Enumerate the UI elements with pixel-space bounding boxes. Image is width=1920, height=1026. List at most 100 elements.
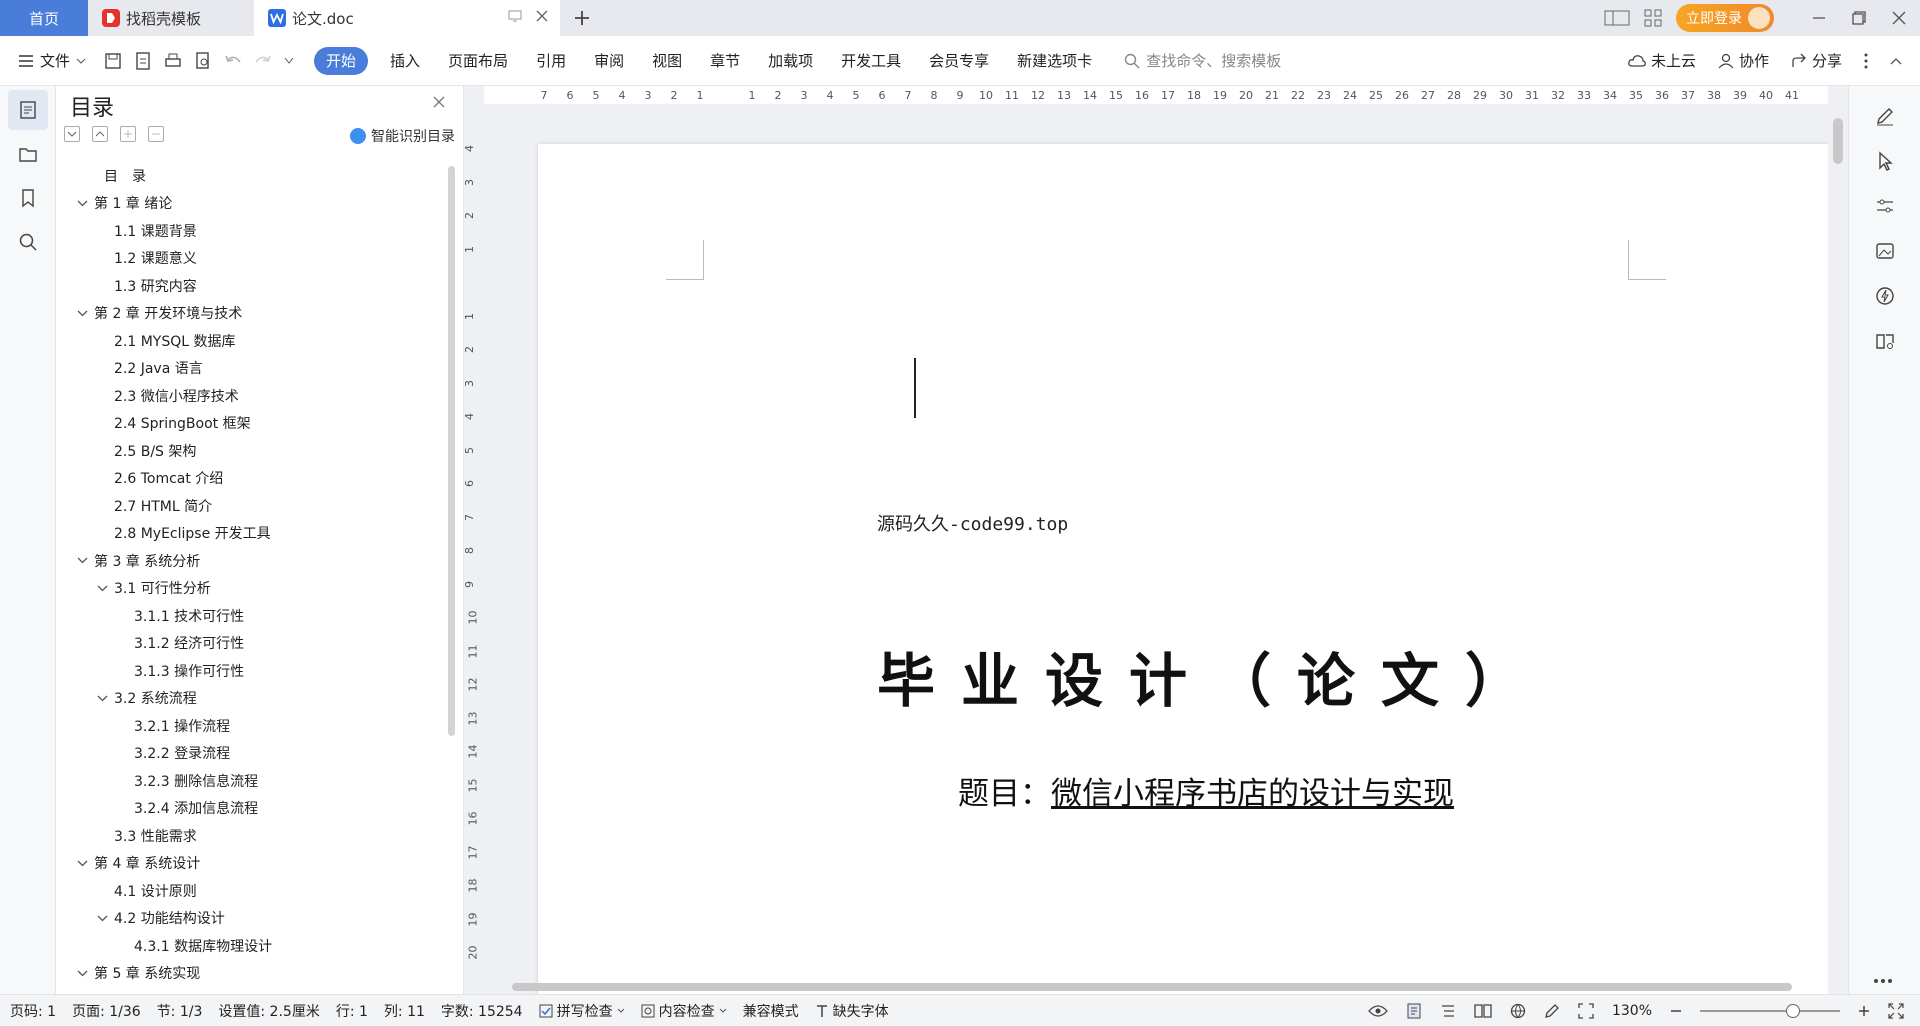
menu-start[interactable]: 开始 (314, 46, 369, 75)
toc-item[interactable]: 1.3 研究内容 (56, 272, 448, 300)
add-heading-icon[interactable] (120, 126, 136, 142)
status-words[interactable]: 字数: 15254 (441, 1001, 523, 1021)
toc-item[interactable]: 3.2.2 登录流程 (56, 740, 448, 768)
toc-item[interactable]: 4.3.1 数据库物理设计 (56, 932, 448, 960)
toc-item[interactable]: 第 5 章 系统实现 (56, 960, 448, 988)
close-toc-icon[interactable] (433, 96, 445, 108)
web-view-icon[interactable] (1510, 1003, 1526, 1019)
toc-item[interactable]: 第 4 章 系统设计 (56, 850, 448, 878)
menu-references[interactable]: 引用 (522, 47, 580, 75)
bookmark-pane-button[interactable] (8, 178, 48, 218)
toc-item[interactable]: 4.2 功能结构设计 (56, 905, 448, 933)
outline-view-icon[interactable] (1440, 1003, 1456, 1019)
redo-icon[interactable] (254, 54, 272, 68)
toc-item[interactable]: 2.3 微信小程序技术 (56, 382, 448, 410)
toc-item[interactable]: 2.5 B/S 架构 (56, 437, 448, 465)
new-tab-button[interactable] (560, 0, 604, 36)
adjust-button[interactable] (1865, 186, 1905, 226)
toc-item[interactable]: 2.4 SpringBoot 框架 (56, 410, 448, 438)
vertical-scrollbar[interactable] (1828, 86, 1848, 994)
menu-insert[interactable]: 插入 (376, 47, 434, 75)
toc-item[interactable]: 第 2 章 开发环境与技术 (56, 300, 448, 328)
menu-developer[interactable]: 开发工具 (827, 47, 915, 75)
close-tab-icon[interactable] (536, 10, 548, 22)
command-search-input[interactable]: 查找命令、搜索模板 (1124, 50, 1281, 71)
print-preview-icon[interactable] (194, 51, 212, 70)
chevron-down-icon[interactable] (74, 200, 90, 207)
file-menu[interactable]: 文件 (0, 50, 104, 71)
chevron-down-icon[interactable] (74, 860, 90, 867)
menu-addins[interactable]: 加载项 (754, 47, 827, 75)
zoom-level[interactable]: 130% (1612, 1003, 1652, 1019)
vertical-scroll-thumb[interactable] (1833, 118, 1843, 164)
horizontal-ruler[interactable]: 7 6 5 4 3 2 1 1 2 3 4 5 6 7 8 9 10 11 12 13 14 15 16 17 18 19 20 21… (484, 86, 1828, 104)
tab-templates[interactable]: 找稻壳模板 (88, 0, 254, 36)
window-layout-icon[interactable] (1604, 9, 1630, 27)
toc-item[interactable]: 第 3 章 系统分析 (56, 547, 448, 575)
chevron-down-icon[interactable] (94, 585, 110, 592)
minimize-icon[interactable] (1812, 11, 1826, 25)
more-tools-icon[interactable] (1873, 978, 1893, 984)
toc-item[interactable]: 2.6 Tomcat 介绍 (56, 465, 448, 493)
eye-protection-icon[interactable] (1368, 1004, 1388, 1018)
chevron-down-icon[interactable] (74, 310, 90, 317)
cloud-status-button[interactable]: 未上云 (1628, 50, 1696, 71)
toc-item[interactable]: 3.2.1 操作流程 (56, 712, 448, 740)
expand-all-icon[interactable] (64, 126, 80, 142)
smart-toc-button[interactable]: 智能识别目录 (350, 126, 455, 146)
fullscreen-icon[interactable] (1888, 1002, 1904, 1019)
chevron-down-icon[interactable] (74, 970, 90, 977)
zoom-in-icon[interactable] (1858, 1005, 1870, 1017)
toc-item[interactable]: 3.2 系统流程 (56, 685, 448, 713)
toc-item[interactable]: 2.7 HTML 简介 (56, 492, 448, 520)
content-check-button[interactable]: 内容检查 (641, 1001, 727, 1021)
tab-home[interactable]: 首页 (0, 0, 88, 36)
remove-heading-icon[interactable] (148, 126, 164, 142)
toc-item[interactable]: 3.1.2 经济可行性 (56, 630, 448, 658)
page-view-icon[interactable] (1406, 1003, 1422, 1019)
zoom-slider-knob[interactable] (1786, 1003, 1800, 1018)
menu-page-layout[interactable]: 页面布局 (434, 47, 522, 75)
save-icon[interactable] (104, 52, 122, 70)
toc-item[interactable]: 3.2.3 删除信息流程 (56, 767, 448, 795)
zoom-out-icon[interactable] (1670, 1005, 1682, 1017)
menu-new-tab[interactable]: 新建选项卡 (1003, 47, 1106, 75)
more-options-icon[interactable] (1864, 53, 1868, 69)
restore-icon[interactable] (1852, 11, 1866, 25)
menu-review[interactable]: 审阅 (580, 47, 638, 75)
spell-check-button[interactable]: 拼写检查 (539, 1001, 625, 1021)
menu-section[interactable]: 章节 (696, 47, 754, 75)
find-pane-button[interactable] (8, 222, 48, 262)
toc-item[interactable]: 3.1.3 操作可行性 (56, 657, 448, 685)
lightning-tool-button[interactable] (1865, 276, 1905, 316)
pen-tool-button[interactable] (1865, 96, 1905, 136)
toc-item[interactable]: 3.2.4 添加信息流程 (56, 795, 448, 823)
vertical-ruler[interactable]: 4 3 2 1 1 2 3 4 5 6 7 8 9 10 11 12 13 14 15 16 17 18 19 20 (463, 142, 482, 992)
toc-item[interactable]: 3.3 性能需求 (56, 822, 448, 850)
select-tool-button[interactable] (1865, 141, 1905, 181)
image-tool-button[interactable] (1865, 231, 1905, 271)
toc-item[interactable]: 4.1 设计原则 (56, 877, 448, 905)
ribbon-collapse-icon[interactable] (1890, 57, 1902, 65)
toc-item[interactable]: 1.1 课题背景 (56, 217, 448, 245)
chevron-down-icon[interactable] (74, 557, 90, 564)
toc-item[interactable]: 2.1 MYSQL 数据库 (56, 327, 448, 355)
customize-chevron-icon[interactable] (284, 57, 294, 65)
menu-view[interactable]: 视图 (638, 47, 696, 75)
collab-button[interactable]: 协作 (1718, 50, 1769, 71)
chevron-down-icon[interactable] (94, 695, 110, 702)
toc-item[interactable]: 3.1 可行性分析 (56, 575, 448, 603)
document-page[interactable]: 源码久久-code99.top 毕业设计（论文） 题目：微信小程序书店的设计与实… (538, 144, 1830, 994)
export-pdf-icon[interactable] (134, 51, 152, 70)
collapse-all-icon[interactable] (92, 126, 108, 142)
print-icon[interactable] (164, 52, 182, 70)
reading-view-icon[interactable] (1474, 1003, 1492, 1019)
horizontal-scroll-thumb[interactable] (512, 983, 1792, 991)
tab-document[interactable]: 论文.doc (254, 0, 560, 36)
apps-grid-icon[interactable] (1644, 9, 1662, 27)
toc-item[interactable]: 2.2 Java 语言 (56, 355, 448, 383)
toc-item[interactable]: 3.1.1 技术可行性 (56, 602, 448, 630)
reader-tool-button[interactable] (1865, 321, 1905, 361)
close-window-icon[interactable] (1892, 11, 1906, 25)
zoom-slider[interactable] (1700, 1003, 1840, 1018)
